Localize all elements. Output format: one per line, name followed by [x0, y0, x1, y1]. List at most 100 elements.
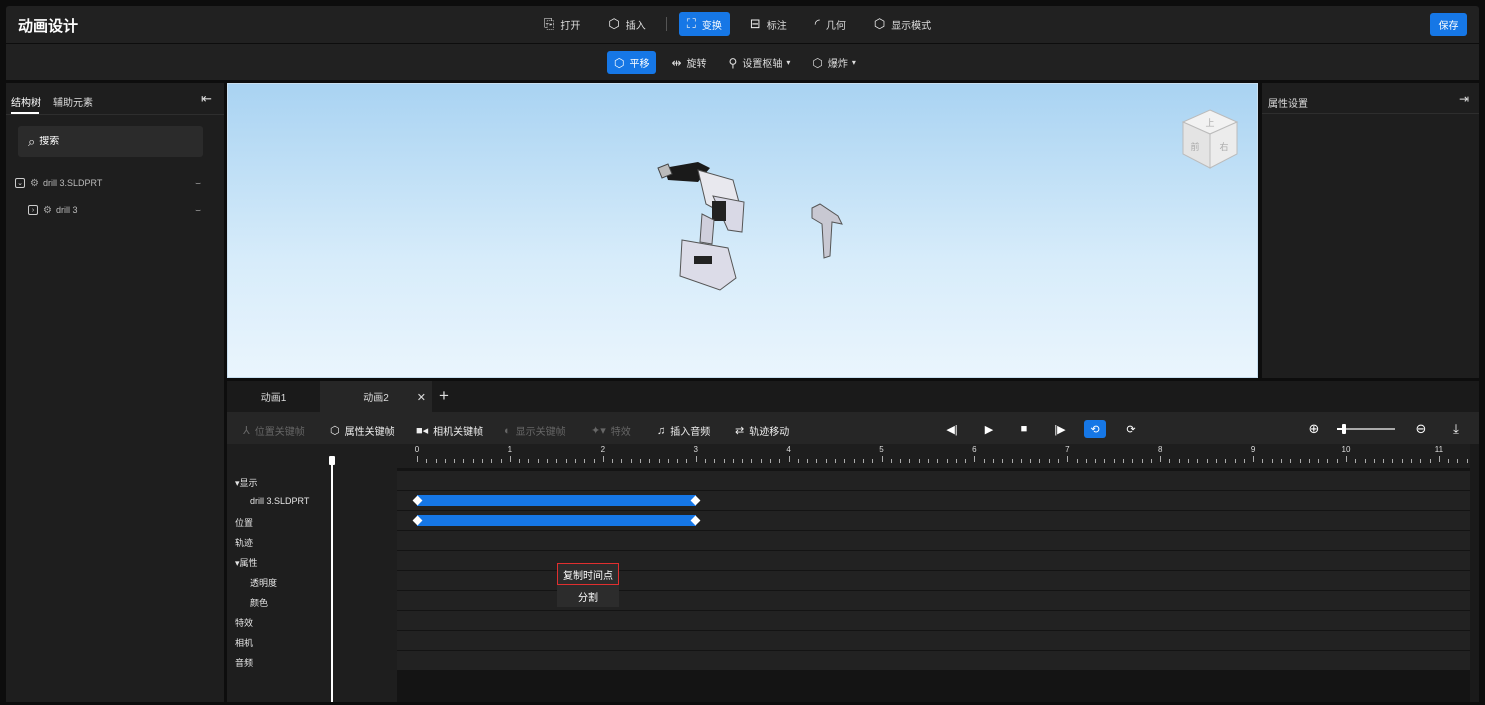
step-back-button[interactable]: ◀|	[941, 420, 963, 438]
zoom-in-button[interactable]: ⊕	[1303, 420, 1325, 438]
play-button[interactable]: ▶	[978, 420, 1000, 438]
track-row[interactable]	[397, 631, 1470, 650]
drill-model[interactable]	[657, 162, 745, 291]
property-keyframe-button[interactable]: ⬡ 属性关键帧	[330, 423, 395, 438]
track-row[interactable]	[397, 651, 1470, 670]
zoom-slider-handle[interactable]	[1341, 424, 1346, 434]
tab-structure-tree[interactable]: 结构树	[11, 94, 41, 109]
properties-panel-header: 属性设置 ⇥	[1262, 83, 1479, 114]
pivot-button[interactable]: ⚲ 设置枢轴 ▾	[722, 51, 798, 74]
menu-file-open-button[interactable]: ⎘ 打开	[536, 12, 588, 36]
ruler-tick	[1150, 459, 1152, 463]
part-icon: ⚙	[43, 204, 52, 216]
menu-transform-button[interactable]: ⛶ 变换	[678, 12, 730, 36]
ruler-tick	[463, 459, 465, 463]
expand-toggle-icon[interactable]: ›	[28, 205, 38, 215]
stop-button[interactable]: ■	[1013, 420, 1035, 438]
ruler-tick	[946, 459, 948, 463]
search-input[interactable]	[39, 136, 180, 147]
copy-timepoint-menu-item[interactable]: 复制时间点	[557, 563, 619, 585]
tree-node-label: drill 3.SLDPRT	[42, 178, 103, 188]
track-row[interactable]	[397, 471, 1470, 490]
close-tab-icon[interactable]: ✕	[417, 391, 426, 404]
zoom-slider[interactable]	[1337, 424, 1395, 434]
tab-animation-1[interactable]: 动画1	[227, 381, 320, 412]
track-row[interactable]	[397, 531, 1470, 550]
menu-arc-button[interactable]: ◜ 几何	[807, 12, 854, 36]
ruler-tick	[528, 459, 530, 463]
tab-label: 动画1	[260, 393, 287, 404]
track-row[interactable]	[397, 511, 1470, 530]
loop-once-icon: ⟳	[1126, 423, 1136, 436]
caret-down-icon: ▾	[786, 58, 791, 67]
trajectory-move-button[interactable]: ⇄ 轨迹移动	[735, 423, 789, 438]
tab-animation-2[interactable]: 动画2 ✕	[320, 381, 432, 412]
ruler-tick	[1420, 459, 1422, 463]
handle-part-model[interactable]	[811, 203, 843, 259]
view-cube-graphic: 上 前 右	[1181, 109, 1239, 169]
track-label[interactable]: 轨迹	[235, 536, 253, 549]
ruler-tick	[723, 459, 725, 463]
effects-button[interactable]: ✦▾ 特效	[591, 423, 631, 438]
download-button[interactable]: ⤓	[1445, 420, 1467, 438]
playhead[interactable]	[331, 456, 333, 702]
menu-label: 几何	[825, 20, 846, 32]
keyframe-span[interactable]	[417, 515, 696, 526]
track-label[interactable]: ▾显示	[235, 476, 258, 489]
menu-display-mode-button[interactable]: ⬡ 显示模式	[866, 12, 939, 36]
insert-audio-button[interactable]: ♫ 插入音频	[657, 423, 711, 439]
time-ruler[interactable]: 0 1 2 3 4 5 6 7 8 9 10 11	[397, 444, 1470, 468]
loop-once-button[interactable]: ⟳	[1120, 420, 1142, 438]
menu-label: 标注	[766, 20, 787, 32]
track-labels: ▾显示 drill 3.SLDPRT 位置轨迹 ▾属性透明度颜色特效相机音频	[227, 444, 397, 702]
ruler-tick	[853, 459, 855, 463]
view-cube[interactable]: 上 前 右	[1179, 108, 1241, 175]
step-forward-button[interactable]: |▶	[1049, 420, 1071, 438]
tree-node-drill-assembly[interactable]: ⌄ ⚙ drill 3.SLDPRT ⌣	[15, 175, 215, 191]
properties-title: 属性设置	[1268, 99, 1308, 110]
vertical-scrollbar[interactable]	[1470, 444, 1479, 702]
loop-button[interactable]: ⟲	[1084, 420, 1106, 438]
split-menu-item[interactable]: 分割	[557, 585, 619, 607]
expand-toggle-icon[interactable]: ⌄	[15, 178, 25, 188]
keyframe-span[interactable]	[417, 495, 696, 506]
menu-annotate-button[interactable]: ⊟ 标注	[742, 12, 795, 36]
ruler-tick	[909, 459, 911, 463]
file-open-icon: ⎘	[544, 16, 555, 31]
track-label[interactable]: 位置	[235, 516, 253, 529]
explode-button[interactable]: ⬡ 爆炸 ▾	[805, 51, 863, 74]
toolbar-label: 插入音频	[670, 427, 711, 438]
menu-cube-button[interactable]: ⬡ 插入	[600, 12, 653, 36]
camera-keyframe-button[interactable]: ■◂ 相机关键帧	[416, 423, 483, 438]
position-keyframe-button[interactable]: ⅄ 位置关键帧	[243, 423, 305, 438]
visibility-eye-icon[interactable]: ⌣	[195, 178, 201, 189]
ruler-tick	[937, 459, 939, 463]
collapse-panel-icon[interactable]: ⇤	[201, 91, 212, 107]
track-label[interactable]: 音频	[235, 656, 253, 669]
save-button[interactable]: 保存	[1430, 13, 1467, 36]
collapse-right-icon[interactable]: ⇥	[1459, 92, 1469, 106]
ruler-tick	[649, 459, 651, 463]
track-label[interactable]: 特效	[235, 616, 253, 629]
track-label[interactable]: 相机	[235, 636, 253, 649]
tree-node-drill[interactable]: › ⚙ drill 3 ⌣	[28, 202, 215, 218]
3d-viewport[interactable]: 上 前 右	[227, 83, 1258, 378]
add-animation-icon[interactable]: +	[439, 386, 449, 406]
track-label[interactable]: 颜色	[250, 596, 268, 609]
track-row[interactable]	[397, 611, 1470, 630]
zoom-out-button[interactable]: ⊖	[1410, 420, 1432, 438]
display-keyframe-button[interactable]: ◐ 显示关键帧	[504, 423, 566, 439]
playhead-handle[interactable]	[329, 456, 335, 465]
ruler-tick	[556, 459, 558, 463]
track-row[interactable]	[397, 491, 1470, 510]
tab-auxiliary[interactable]: 辅助元素	[53, 94, 93, 109]
ruler-tick	[1318, 459, 1320, 463]
move-button[interactable]: ⬡ 平移	[607, 51, 657, 74]
visibility-eye-icon[interactable]: ⌣	[195, 205, 201, 216]
track-label[interactable]: 透明度	[250, 576, 277, 589]
track-label[interactable]: ▾属性	[235, 556, 258, 569]
step-back-icon: ◀|	[946, 423, 958, 436]
ruler-tick	[1011, 459, 1013, 463]
rotate-button[interactable]: ⇹ 旋转	[664, 51, 713, 74]
track-label[interactable]: drill 3.SLDPRT	[250, 496, 309, 506]
